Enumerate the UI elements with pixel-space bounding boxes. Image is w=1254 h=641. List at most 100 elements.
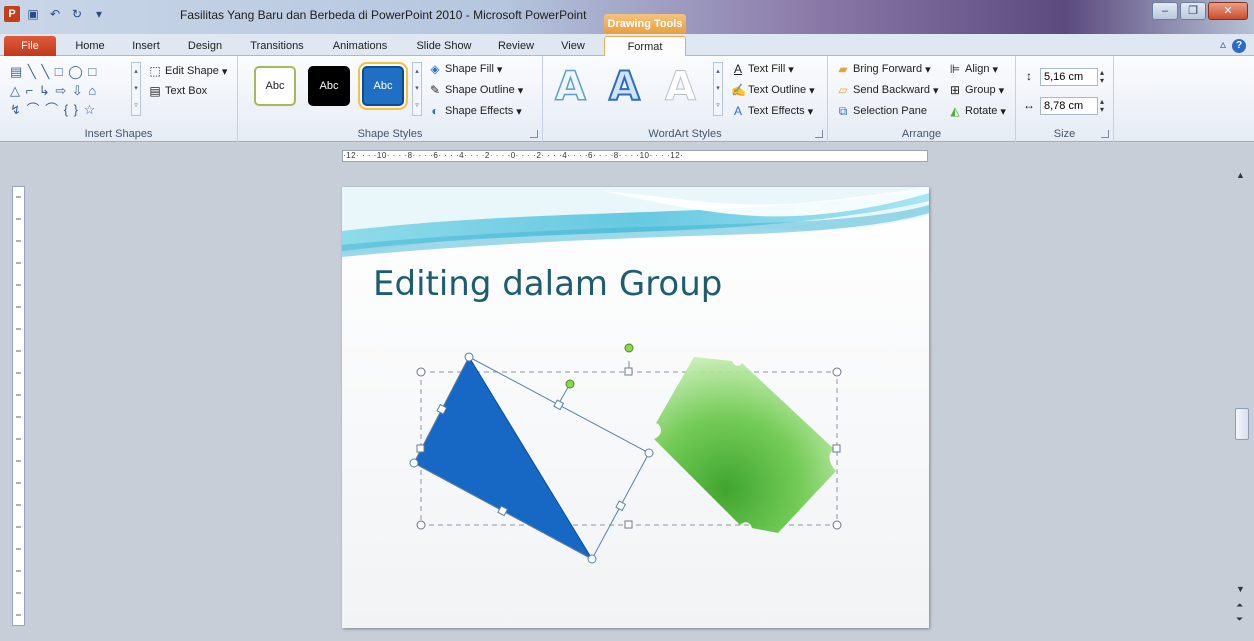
ribbon: ▤ ╲ ╲ □ ◯ □ △ ⌐ ↳ ⇨ ⇩ ⌂ ↯ ⌒ ⌒ { } ☆ ▴ ▾ ▿ … (0, 56, 1254, 142)
align-icon: ⊫ (949, 62, 961, 76)
group-label: WordArt Styles (648, 128, 722, 140)
group-label: Arrange (901, 128, 942, 140)
group-insert-shapes: ▤ ╲ ╲ □ ◯ □ △ ⌐ ↳ ⇨ ⇩ ⌂ ↯ ⌒ ⌒ { } ☆ ▴ ▾ ▿ … (0, 56, 238, 142)
scrollbar-thumb[interactable] (1235, 408, 1249, 440)
text-box-button[interactable]: ▤ Text Box (148, 82, 207, 100)
group-label: Insert Shapes (84, 128, 153, 140)
shape-outline-label: Shape Outline (445, 84, 515, 96)
send-backward-button[interactable]: ▱ Send Backward ▾ (836, 81, 939, 99)
shape-effects-button[interactable]: ◐ Shape Effects ▾ (428, 102, 522, 120)
chevron-down-icon: ▾ (496, 63, 503, 76)
bring-forward-label: Bring Forward (853, 63, 923, 75)
bring-forward-button[interactable]: ▰ Bring Forward ▾ (836, 60, 931, 78)
height-spinner[interactable]: ▴ ▾ (1100, 69, 1104, 85)
shape-style-swatch[interactable]: Abc (308, 66, 350, 106)
undo-icon[interactable]: ↶ (46, 5, 64, 23)
previous-slide-icon[interactable]: ⏶ (1236, 600, 1243, 611)
wordart-style-light[interactable]: A (665, 64, 697, 111)
chevron-down-icon: ▾ (516, 105, 522, 118)
dialog-launcher-icon[interactable] (530, 130, 538, 138)
contextual-tab-group-label: Drawing Tools (604, 14, 686, 34)
edit-shape-label: Edit Shape (165, 65, 219, 77)
vertical-ruler (12, 186, 25, 626)
save-icon[interactable]: ▣ (24, 5, 42, 23)
shape-styles-gallery-scroll[interactable]: ▴ ▾ ▿ (412, 62, 422, 116)
rotate-label: Rotate (965, 105, 998, 117)
group-label: Size (1053, 128, 1076, 140)
text-fill-button[interactable]: A Text Fill ▾ (731, 60, 794, 78)
shape-height-input[interactable] (1040, 68, 1098, 86)
window-title: Fasilitas Yang Baru dan Berbeda di Power… (180, 8, 587, 22)
selection-pane-button[interactable]: ⧉ Selection Pane (836, 102, 927, 120)
text-effects-button[interactable]: A Text Effects ▾ (731, 102, 813, 120)
tab-slide-show[interactable]: Slide Show (406, 36, 482, 56)
tab-transitions[interactable]: Transitions (240, 36, 314, 56)
group-button[interactable]: ⊞ Group ▾ (948, 81, 1004, 99)
chevron-down-icon: ▾ (1000, 105, 1006, 118)
edit-shape-icon: ⬚ (149, 64, 161, 78)
tab-file[interactable]: File (4, 36, 56, 56)
bring-forward-icon: ▰ (838, 62, 848, 76)
text-outline-button[interactable]: ✍ Text Outline ▾ (731, 81, 815, 99)
title-bar: P ▣ ↶ ↻ ▾ Fasilitas Yang Baru dan Berbed… (0, 0, 1254, 34)
wordart-gallery-scroll[interactable]: ▴ ▾ ▿ (713, 62, 723, 116)
dialog-launcher-icon[interactable] (1101, 130, 1109, 138)
shapes-gallery-row: △ ⌐ ↳ ⇨ ⇩ ⌂ (10, 83, 98, 98)
qat-customize-icon[interactable]: ▾ (90, 5, 108, 23)
group-arrange: ▰ Bring Forward ▾ ▱ Send Backward ▾ ⧉ Se… (828, 56, 1016, 142)
minimize-ribbon-icon[interactable]: ▵ (1220, 37, 1226, 51)
vertical-scrollbar[interactable]: ▲ ▼ ⏶ ⏷ (1234, 170, 1250, 632)
help-controls: ▵? (1220, 37, 1246, 53)
scroll-up-icon[interactable]: ▲ (1236, 170, 1245, 180)
help-icon[interactable]: ? (1232, 39, 1246, 53)
tab-format[interactable]: Format (604, 36, 686, 56)
minimize-button[interactable]: – (1152, 2, 1178, 20)
paint-bucket-icon: ◈ (430, 62, 440, 76)
tab-animations[interactable]: Animations (322, 36, 398, 56)
chevron-down-icon: ▾ (517, 84, 524, 97)
text-effects-icon: A (733, 104, 742, 118)
shapes-gallery[interactable]: ▤ ╲ ╲ □ ◯ □ △ ⌐ ↳ ⇨ ⇩ ⌂ ↯ ⌒ ⌒ { } ☆ (10, 62, 130, 118)
shape-style-swatch[interactable]: Abc (254, 66, 296, 106)
tab-design[interactable]: Design (180, 36, 230, 56)
rotate-button[interactable]: ◭ Rotate ▾ (948, 102, 1006, 120)
shapes-gallery-scroll[interactable]: ▴ ▾ ▿ (131, 62, 141, 116)
redo-icon[interactable]: ↻ (68, 5, 86, 23)
width-spinner[interactable]: ▴ ▾ (1100, 98, 1104, 114)
text-effects-label: Text Effects (748, 105, 805, 117)
shape-style-swatch-selected[interactable]: Abc (358, 62, 408, 110)
restore-button[interactable]: ❐ (1180, 2, 1206, 20)
selected-shape-group[interactable] (342, 187, 929, 628)
group-shape-styles: Abc Abc Abc ▴ ▾ ▿ ◈ Shape Fill ▾ ✎ Shape O… (238, 56, 543, 142)
powerpoint-logo-icon[interactable]: P (4, 6, 20, 22)
tab-insert[interactable]: Insert (122, 36, 170, 56)
chevron-down-icon: ▾ (807, 105, 814, 118)
wordart-style-outline[interactable]: A (554, 63, 586, 111)
dialog-launcher-icon[interactable] (815, 130, 823, 138)
horizontal-ruler: ·12· · · ·10· · · ·8· · · ·6· · · ·4· · … (342, 150, 928, 162)
text-box-label: Text Box (165, 85, 208, 97)
edit-shape-button[interactable]: ⬚ Edit Shape ▾ (148, 62, 227, 80)
align-label: Align (965, 63, 990, 75)
slide-canvas[interactable]: Editing dalam Group (342, 187, 929, 628)
text-outline-label: Text Outline (748, 84, 807, 96)
next-slide-icon[interactable]: ⏷ (1236, 614, 1243, 625)
shape-fill-button[interactable]: ◈ Shape Fill ▾ (428, 60, 502, 78)
tab-home[interactable]: Home (66, 36, 114, 56)
align-button[interactable]: ⊫ Align ▾ (948, 60, 998, 78)
shape-width-icon: ↔ (1023, 98, 1035, 112)
close-button[interactable]: ✕ (1208, 2, 1248, 20)
tab-review[interactable]: Review (490, 36, 542, 56)
tab-view[interactable]: View (550, 36, 596, 56)
scroll-down-icon[interactable]: ▼ (1236, 584, 1245, 594)
text-fill-label: Text Fill (748, 63, 786, 75)
wordart-style-blue[interactable]: A (608, 63, 641, 111)
group-icon: ⊞ (949, 83, 961, 97)
shape-width-input[interactable] (1040, 97, 1098, 115)
shapes-gallery-row: ▤ ╲ ╲ □ ◯ □ (10, 64, 98, 79)
chevron-down-icon: ▾ (933, 84, 939, 97)
group-wordart-styles: A A A ▴ ▾ ▿ A Text Fill ▾ ✍ Text Outline ▾… (543, 56, 828, 142)
shape-outline-button[interactable]: ✎ Shape Outline ▾ (428, 81, 523, 99)
chevron-down-icon: ▾ (925, 63, 931, 76)
send-backward-icon: ▱ (838, 83, 848, 97)
